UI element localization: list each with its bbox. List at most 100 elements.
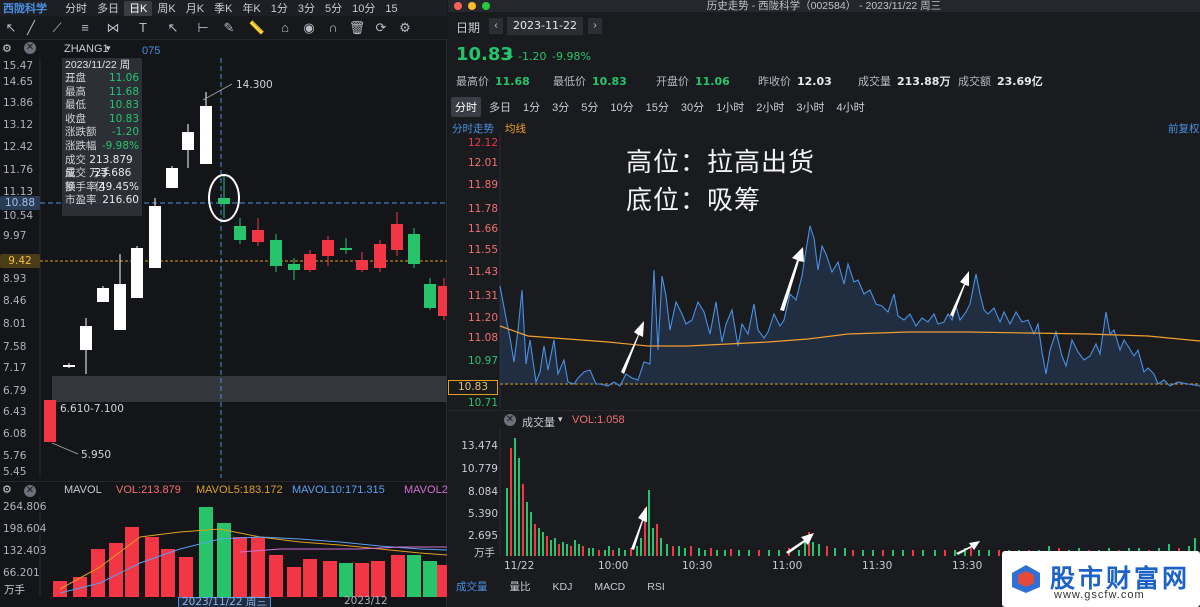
- intraday-vol-bar: [570, 546, 572, 556]
- chevron-down-icon[interactable]: ▾: [558, 414, 563, 425]
- x-date-tag: 2023/11/22 周三: [178, 597, 271, 607]
- sync-icon[interactable]: ⟳: [372, 19, 390, 37]
- period-2[interactable]: 日K: [124, 1, 153, 16]
- period-8[interactable]: 3分: [293, 1, 320, 16]
- volume-bar: [407, 555, 421, 597]
- tab-10[interactable]: 3小时: [792, 97, 828, 117]
- tab-5[interactable]: 10分: [606, 97, 637, 117]
- y-axis-label: 11.31: [467, 290, 498, 302]
- period-9[interactable]: 5分: [320, 1, 347, 16]
- y-axis-label: 11.13: [3, 186, 34, 198]
- volume-bar: [339, 563, 353, 597]
- range-label: 6.610-7.100: [60, 403, 124, 415]
- lock-icon[interactable]: ⌂: [276, 19, 294, 37]
- tab-3[interactable]: 3分: [548, 97, 573, 117]
- period-7[interactable]: 1分: [266, 1, 293, 16]
- indicator-name[interactable]: ZHANG1: [64, 43, 109, 55]
- window-titlebar: 历史走势 - 西陇科学（002584） - 2023/11/22 周三: [448, 0, 1200, 12]
- gear-icon[interactable]: ⚙: [2, 483, 12, 496]
- gear-icon[interactable]: ⚙: [2, 42, 12, 55]
- mavol10-value: MAVOL10:171.315: [292, 484, 385, 496]
- intraday-vol-bar: [554, 538, 556, 556]
- close-icon[interactable]: ✕: [24, 42, 36, 54]
- close-icon[interactable]: ✕: [24, 485, 36, 497]
- y-axis-label: 10.71: [467, 397, 498, 409]
- volume-title[interactable]: MAVOL: [64, 484, 102, 496]
- polyline-tool-icon[interactable]: ⟋: [48, 19, 66, 37]
- period-11[interactable]: 15: [380, 1, 402, 16]
- arrow-tool-icon[interactable]: ↖: [164, 19, 182, 37]
- date-input[interactable]: 2023-11-22: [507, 17, 583, 35]
- trash-icon[interactable]: 🗑: [348, 19, 366, 37]
- minimize-window-button[interactable]: [468, 2, 476, 10]
- period-1[interactable]: 多日: [92, 1, 124, 16]
- intraday-volume-chart[interactable]: [448, 428, 1200, 556]
- intraday-vol-bar: [522, 484, 524, 556]
- period-5[interactable]: 季K: [209, 1, 237, 16]
- channel-tool-icon[interactable]: ≡: [76, 19, 94, 37]
- indicator-tab-0[interactable]: 成交量: [456, 579, 488, 594]
- info-value: -1.20: [111, 126, 139, 139]
- tab-1[interactable]: 多日: [485, 97, 515, 117]
- volume-chart[interactable]: [0, 497, 447, 597]
- intraday-vol-bar: [562, 542, 564, 556]
- y-axis-label: 8.93: [3, 273, 27, 285]
- magnet-icon[interactable]: ∩: [324, 19, 342, 37]
- info-label: 换手率: [65, 180, 97, 193]
- settings-icon[interactable]: ⚙: [396, 19, 414, 37]
- line-tool-icon[interactable]: ╱: [22, 19, 40, 37]
- indicator-tab-1[interactable]: 量比: [510, 579, 531, 594]
- volume-bar: [323, 561, 337, 597]
- volume-bar: [233, 537, 247, 597]
- maximize-window-button[interactable]: [482, 2, 490, 10]
- indicator-tab-4[interactable]: RSI: [647, 581, 665, 593]
- intraday-vol-bar: [892, 550, 894, 556]
- close-icon[interactable]: ✕: [504, 414, 516, 426]
- indicator-tab-3[interactable]: MACD: [594, 581, 625, 593]
- intraday-vol-bar: [798, 550, 800, 556]
- tab-9[interactable]: 2小时: [752, 97, 788, 117]
- period-4[interactable]: 月K: [181, 1, 209, 16]
- price-change: -1.20: [518, 50, 547, 63]
- candle-body: [424, 284, 436, 308]
- close-window-button[interactable]: [454, 2, 462, 10]
- eye-icon[interactable]: ◉: [300, 19, 318, 37]
- intraday-vol-bar: [640, 538, 642, 556]
- prev-date-button[interactable]: ‹: [489, 18, 503, 34]
- watermark-logo: 股市财富网 www.gscfw.com: [1002, 551, 1200, 607]
- tab-6[interactable]: 15分: [642, 97, 673, 117]
- period-0[interactable]: 分时: [60, 1, 92, 16]
- measure-tool-icon[interactable]: ⊢: [194, 19, 212, 37]
- intraday-vol-bar: [954, 550, 956, 556]
- period-6[interactable]: 年K: [237, 1, 265, 16]
- y-axis-label: 10.97: [467, 355, 498, 367]
- chevron-down-icon[interactable]: ▾: [106, 43, 111, 54]
- info-label: 最低: [65, 99, 86, 112]
- stat-label: 开盘价: [656, 76, 689, 88]
- ruler-icon[interactable]: 📏: [248, 19, 266, 37]
- period-10[interactable]: 10分: [347, 1, 380, 16]
- info-value: 10.83: [108, 99, 139, 112]
- tab-11[interactable]: 4小时: [833, 97, 869, 117]
- vol-y-label: 198.604: [3, 523, 47, 535]
- brush-tool-icon[interactable]: ✎: [220, 19, 238, 37]
- tab-7[interactable]: 30分: [677, 97, 708, 117]
- candle-body: [374, 244, 386, 268]
- tab-8[interactable]: 1小时: [712, 97, 748, 117]
- period-3[interactable]: 周K: [152, 1, 180, 16]
- y-axis-label: 5.76: [3, 450, 27, 462]
- next-date-button[interactable]: ›: [588, 18, 602, 34]
- stock-name[interactable]: 西陇科学: [0, 1, 52, 16]
- intraday-vol-bar: [656, 524, 658, 556]
- candle-body: [149, 206, 161, 268]
- indicator-tab-2[interactable]: KDJ: [553, 581, 573, 593]
- cursor-icon[interactable]: ↖: [2, 19, 20, 37]
- pattern-tool-icon[interactable]: ⋈: [104, 19, 122, 37]
- tab-2[interactable]: 1分: [519, 97, 544, 117]
- tab-0[interactable]: 分时: [451, 97, 481, 117]
- stat-label: 成交额: [958, 76, 991, 88]
- tab-4[interactable]: 5分: [577, 97, 602, 117]
- intraday-vol-bar: [506, 488, 508, 556]
- text-tool-icon[interactable]: T: [134, 19, 152, 37]
- intraday-chart[interactable]: [448, 134, 1200, 409]
